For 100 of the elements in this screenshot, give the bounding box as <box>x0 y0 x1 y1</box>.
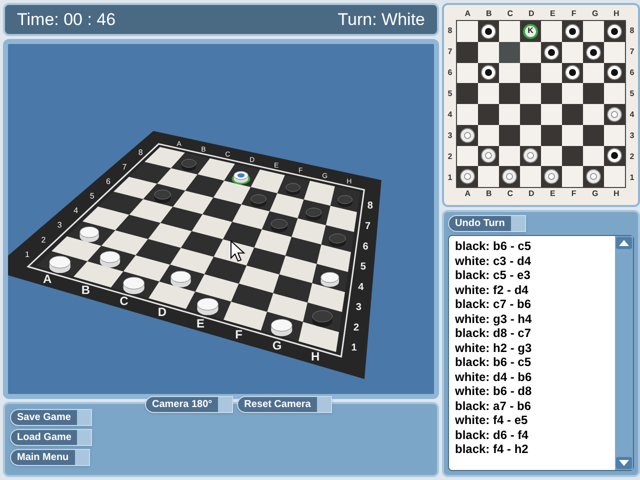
undo-button[interactable]: Undo Turn <box>448 215 526 232</box>
rank-label: 6 <box>446 66 454 78</box>
scroll-down-icon[interactable] <box>616 457 632 469</box>
rank-label: 7 <box>446 46 454 58</box>
board-square[interactable] <box>541 124 562 146</box>
rank-label: 4 <box>628 108 636 120</box>
checker-piece[interactable] <box>250 194 266 207</box>
file-label: F <box>235 327 242 342</box>
file-label: C <box>506 8 514 20</box>
file-label: A <box>43 272 52 286</box>
move-entry: white: c3 - d4 <box>455 254 532 268</box>
piece-center-icon <box>548 48 555 56</box>
checker-piece[interactable] <box>80 226 100 242</box>
checker-piece[interactable] <box>123 276 145 294</box>
rank-label: 3 <box>628 130 636 142</box>
file-label: G <box>591 188 600 200</box>
checker-piece[interactable] <box>154 190 172 204</box>
rank-label: 2 <box>354 322 360 334</box>
checker-piece[interactable] <box>338 195 352 208</box>
file-label: A <box>464 188 472 200</box>
file-label: B <box>484 8 493 20</box>
board-square[interactable] <box>499 124 520 146</box>
checker-piece[interactable] <box>196 298 218 316</box>
scrollbar[interactable] <box>615 236 633 470</box>
board-square[interactable] <box>604 124 625 146</box>
board-square[interactable] <box>520 124 541 146</box>
menu-button[interactable]: Main Menu <box>10 449 90 466</box>
board-square[interactable] <box>478 124 499 146</box>
checker-piece[interactable] <box>329 234 346 247</box>
move-entry: white: d4 - b6 <box>455 370 533 384</box>
move-entry: white: h2 - g3 <box>455 340 533 355</box>
checker-piece[interactable] <box>170 270 192 288</box>
checker-piece[interactable] <box>320 272 340 287</box>
rank-label: 8 <box>138 148 143 157</box>
board-square[interactable] <box>520 42 541 62</box>
board-square[interactable] <box>457 62 478 84</box>
board-square[interactable] <box>583 124 604 146</box>
file-label: F <box>570 8 578 20</box>
checker-piece[interactable] <box>232 171 250 184</box>
file-label: G <box>591 8 600 20</box>
camera-button[interactable]: Reset Camera <box>237 396 332 413</box>
board-square[interactable] <box>499 62 520 84</box>
board-square[interactable] <box>541 146 562 166</box>
rank-label: 3 <box>57 220 62 230</box>
piece-center-icon <box>611 28 618 35</box>
move-entry: white: f2 - d4 <box>455 282 530 297</box>
board-square[interactable] <box>583 62 604 84</box>
board-square[interactable] <box>604 42 625 62</box>
rank-label: 7 <box>122 162 127 172</box>
piece-center-icon <box>611 152 618 160</box>
board-square[interactable] <box>457 42 478 62</box>
checker-piece[interactable] <box>270 218 288 232</box>
piece-center-icon <box>590 48 597 56</box>
rank-label: 7 <box>365 220 371 232</box>
rank-label: 1 <box>25 250 30 259</box>
rank-label: 4 <box>446 108 454 120</box>
file-label: A <box>464 8 472 20</box>
board-square[interactable] <box>541 62 562 84</box>
file-label: E <box>548 8 556 20</box>
board-square[interactable] <box>457 146 478 166</box>
rank-label: 8 <box>446 24 454 36</box>
rank-label: 2 <box>41 235 46 244</box>
checker-piece[interactable] <box>182 158 196 171</box>
piece-center-icon <box>464 132 471 139</box>
file-label: D <box>527 188 536 200</box>
camera-button[interactable]: Camera 180° <box>145 396 234 413</box>
turn-text: Turn: White <box>338 8 425 31</box>
board-square[interactable] <box>478 42 499 62</box>
checker-piece[interactable] <box>49 256 71 274</box>
board-square[interactable] <box>520 62 541 84</box>
move-entry: black: b6 - c5 <box>455 355 532 370</box>
piece-center-icon <box>590 173 597 180</box>
checker-piece[interactable] <box>286 183 300 195</box>
rank-label: 4 <box>74 206 78 216</box>
file-label: E <box>196 316 205 330</box>
board-square[interactable] <box>562 146 583 166</box>
menu-button[interactable]: Load Game <box>10 429 92 446</box>
board-square[interactable] <box>562 124 583 146</box>
rank-label: 6 <box>106 176 110 186</box>
board-square[interactable] <box>583 146 604 166</box>
scroll-up-icon[interactable] <box>616 237 632 249</box>
rank-label: 6 <box>362 241 368 252</box>
rank-label: 5 <box>90 192 94 201</box>
checker-piece[interactable] <box>312 310 333 327</box>
piece-center-icon <box>569 28 576 35</box>
checker-piece[interactable] <box>306 208 322 220</box>
board-square[interactable] <box>499 146 520 166</box>
rank-label: 7 <box>628 46 636 58</box>
checker-piece[interactable] <box>270 318 292 336</box>
rank-label: 3 <box>356 302 362 314</box>
piece-center-icon <box>485 152 492 160</box>
board-square[interactable] <box>562 42 583 62</box>
checker-piece[interactable] <box>100 251 120 268</box>
board-square[interactable] <box>499 42 520 62</box>
rank-label: 8 <box>367 200 373 212</box>
file-label: E <box>548 188 556 200</box>
move-entry: white: g3 - h4 <box>455 312 533 326</box>
menu-button[interactable]: Save Game <box>10 409 92 426</box>
file-label: C <box>120 294 128 308</box>
pointer-cursor-icon <box>230 240 246 262</box>
